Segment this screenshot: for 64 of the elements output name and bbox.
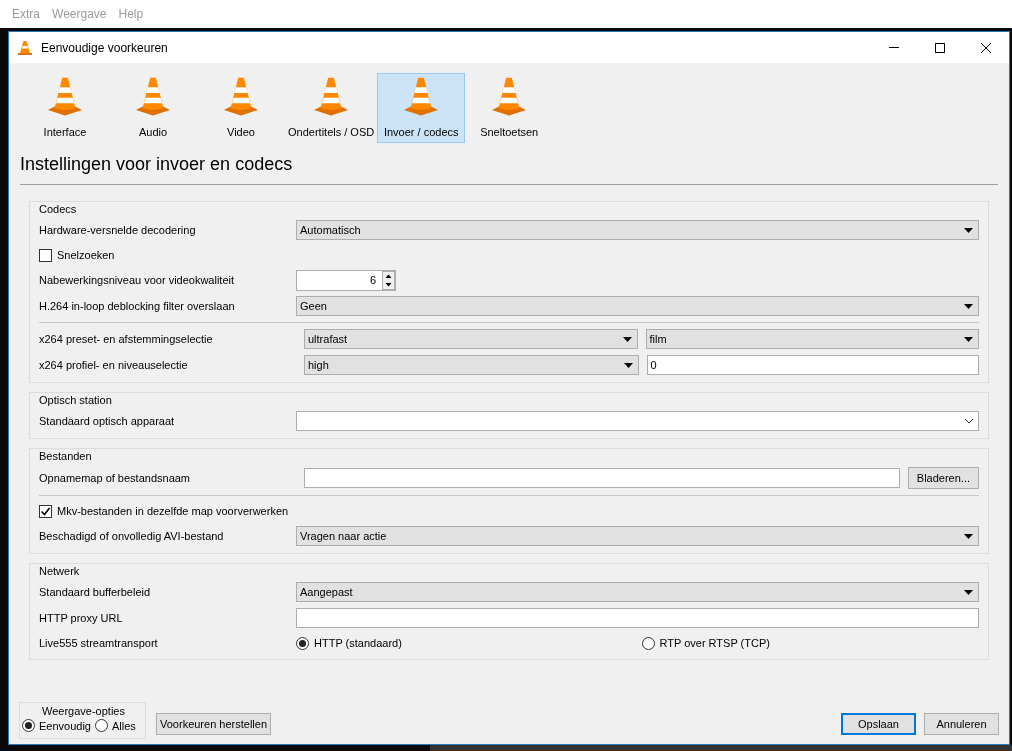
save-button[interactable]: Opslaan [841,713,916,735]
setting-label: Beschadigd of onvolledig AVI-bestand [39,528,225,544]
radio-button[interactable] [641,636,655,650]
page-heading: Instellingen voor invoer en codecs [20,151,998,185]
setting-label: Hardware-versnelde decodering [39,222,197,238]
checkbox-label: Snelzoeken [57,247,115,263]
category-tab[interactable]: Interface [21,73,109,143]
dropdown[interactable]: Automatisch [296,220,979,240]
dropdown[interactable]: Aangepast [296,582,979,602]
category-tab[interactable]: Audio [109,73,197,143]
group-title: Weergave-opties [41,703,126,718]
setting-label: H.264 in-loop deblocking filter overslaan [39,298,236,314]
text-field[interactable] [296,608,979,628]
dropdown[interactable]: ultrafast [304,329,638,349]
cancel-button[interactable]: Annuleren [924,713,999,735]
radio-label: HTTP (standaard) [314,635,402,651]
text-field[interactable] [304,468,900,488]
group-title: Bestanden [39,449,93,464]
dropdown-arrow-icon [964,227,973,233]
text-field[interactable]: 0 [646,355,979,375]
close-icon [981,42,991,53]
setting-label: Nabewerkingsniveau voor videokwaliteit [39,272,236,288]
setting-label: Live555 streamtransport [39,635,159,651]
dropdown-arrow-icon [623,362,633,368]
radio-button[interactable] [95,719,108,733]
setting-label: Opnamemap of bestandsnaam [39,470,192,486]
category-tab[interactable]: Ondertitels / OSD [285,73,378,143]
window-title: Eenvoudige voorkeuren [41,39,168,57]
setting-label: x264 profiel- en niveauselectie [39,357,189,373]
group-title: Optisch station [39,393,113,408]
category-tab[interactable]: Video [197,73,285,143]
dropdown-arrow-icon [964,589,973,595]
browse-button[interactable]: Bladeren... [907,467,979,489]
setting-label: HTTP proxy URL [39,610,124,626]
group-title: Codecs [39,202,78,217]
app-icon [17,39,33,56]
dropdown-arrow-icon [964,533,973,539]
dropdown[interactable]: film [645,329,979,349]
radio-label: Alles [112,718,136,734]
group-title: Netwerk [39,564,81,579]
dropdown[interactable]: high [304,355,639,375]
dropdown-arrow-icon [622,336,632,342]
setting-label: Standaard bufferbeleid [39,584,152,600]
radio-button[interactable] [296,636,309,650]
reset-button[interactable]: Voorkeuren herstellen [156,713,271,735]
chevron-down-icon [964,418,974,424]
minimize-icon [889,47,899,48]
setting-label: x264 preset- en afstemmingselectie [39,331,214,347]
setting-label: Standaard optisch apparaat [39,413,176,429]
category-tab[interactable]: Sneltoetsen [465,73,554,143]
category-tab[interactable]: Invoer / codecs [377,73,466,143]
checkbox[interactable] [39,248,52,262]
dropdown-arrow-icon [964,336,973,342]
radio-button[interactable] [22,719,35,733]
checkbox[interactable] [39,504,52,518]
radio-label: Eenvoudig [39,718,91,734]
maximize-icon [935,42,945,53]
radio-label: RTP over RTSP (TCP) [659,635,770,651]
checkbox-label: Mkv-bestanden in dezelfde map voorverwerken [57,503,289,519]
dropdown[interactable]: Geen [296,296,979,316]
dropdown-arrow-icon [964,303,973,309]
number-field[interactable]: 6 [296,269,396,291]
spin-arrows-icon [382,270,395,290]
dropdown[interactable]: Vragen naar actie [296,526,979,546]
